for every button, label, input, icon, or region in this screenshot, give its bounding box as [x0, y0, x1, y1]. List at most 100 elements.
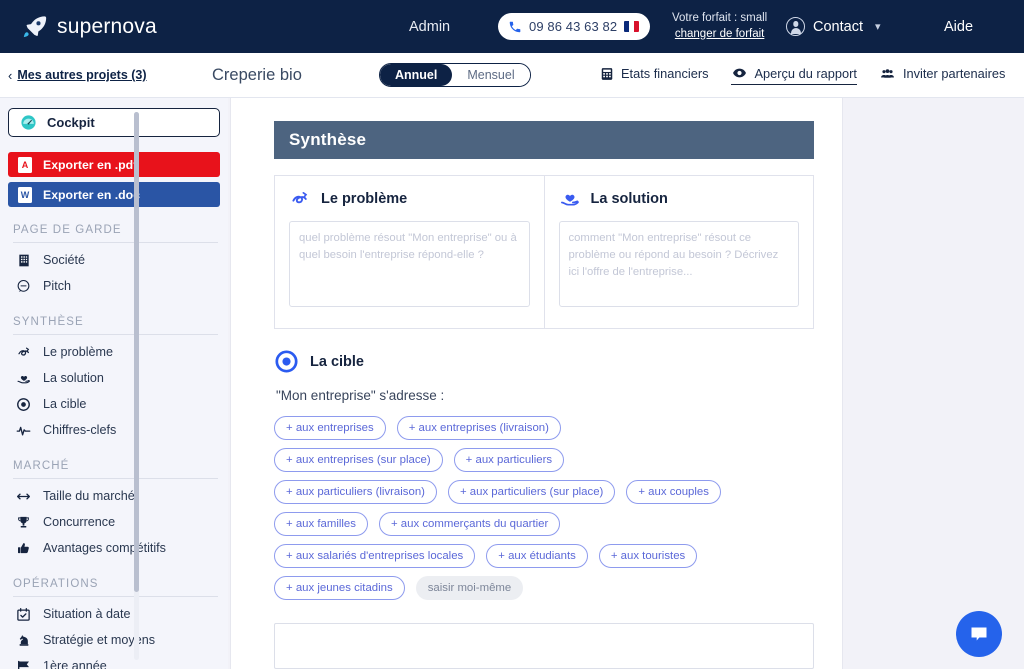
sidebar-item-pitch-label: Pitch	[43, 279, 71, 293]
sidebar-scrollbar[interactable]	[134, 112, 139, 660]
target-chip[interactable]: + aux particuliers	[453, 448, 565, 472]
building-icon	[15, 253, 32, 268]
target-chip[interactable]: + aux salariés d'entreprises locales	[274, 544, 476, 568]
chevron-down-icon: ▾	[874, 21, 881, 33]
nav-etats-financiers[interactable]: Etats financiers	[600, 66, 709, 84]
section-header-synthese: Synthèse	[274, 121, 814, 159]
solution-card: La solution	[545, 176, 814, 328]
target-chip[interactable]: + aux entreprises (sur place)	[274, 448, 443, 472]
sidebar-item-pitch[interactable]: Pitch	[8, 273, 220, 299]
sidebar-item-strategie-et-moyens[interactable]: Stratégie et moyens	[8, 627, 220, 653]
trophy-icon	[15, 515, 32, 530]
word-file-icon: W	[18, 186, 32, 203]
sidebar-item-avantages-competitifs[interactable]: Avantages compétitifs	[8, 535, 220, 561]
chat-bubble-icon	[971, 627, 987, 641]
sidebar-section-title-synthese: SYNTHÈSE	[13, 316, 84, 328]
plan-label: Votre forfait : small	[672, 11, 768, 24]
target-chip[interactable]: + aux couples	[626, 480, 721, 504]
target-card-title: La cible	[310, 353, 364, 370]
target-subtitle: "Mon entreprise" s'adresse :	[276, 388, 445, 403]
hand-heart-icon	[15, 371, 32, 386]
sidebar-item-concurrence-label: Concurrence	[43, 515, 116, 529]
arrows-horizontal-icon	[15, 489, 32, 504]
sidebar-item-la-cible[interactable]: La cible	[8, 391, 220, 417]
target-chip[interactable]: + aux jeunes citadins	[274, 576, 405, 600]
export-pdf-label: Exporter en .pdf	[43, 157, 138, 172]
sidebar-scrollbar-thumb[interactable]	[134, 112, 139, 592]
sidebar-divider	[13, 478, 218, 479]
sidebar-item-societe-label: Société	[43, 253, 86, 267]
target-icon	[275, 350, 298, 373]
sidebar-item-cockpit[interactable]: Cockpit	[8, 108, 220, 137]
brand-name: supernova	[57, 14, 157, 38]
chess-knight-icon	[15, 633, 32, 648]
page-title: Creperie bio	[212, 65, 302, 84]
problem-textarea[interactable]	[289, 221, 530, 307]
eye-icon	[732, 68, 746, 78]
target-free-text-input[interactable]	[274, 623, 814, 669]
export-pdf-button[interactable]: A Exporter en .pdf	[8, 152, 220, 177]
rocket-icon	[23, 15, 47, 37]
nav-etats-financiers-label: Etats financiers	[621, 66, 709, 81]
toggle-option-monthly[interactable]: Mensuel	[452, 64, 530, 86]
sidebar-section-title-marche: MARCHÉ	[13, 460, 70, 472]
export-doc-button[interactable]: W Exporter en .doc	[8, 182, 220, 207]
brand-logo[interactable]: supernova	[22, 14, 157, 40]
sidebar-item-situation-a-date[interactable]: Situation à date	[8, 601, 220, 627]
target-chip-list: + aux entreprises + aux entreprises (liv…	[274, 416, 726, 600]
contact-menu[interactable]: Contact ▾	[786, 17, 881, 36]
flag-icon	[15, 659, 32, 669]
target-chip-custom-input[interactable]: saisir moi-même	[415, 576, 524, 600]
pdf-file-icon: A	[18, 156, 32, 173]
sidebar-item-avantages-competitifs-label: Avantages compétitifs	[43, 541, 166, 555]
calendar-check-icon	[15, 607, 32, 622]
hand-heart-icon	[560, 194, 579, 206]
sidebar-section-title-page-de-garde: PAGE DE GARDE	[13, 224, 122, 236]
toggle-option-annual[interactable]: Annuel	[380, 64, 453, 86]
nav-inviter-partenaires[interactable]: Inviter partenaires	[879, 66, 1005, 84]
sidebar-item-1ere-annee[interactable]: 1ère année	[8, 653, 220, 669]
back-to-projects-link[interactable]: ‹ Mes autres projets (3)	[8, 68, 147, 83]
back-to-projects-label: Mes autres projets (3)	[17, 68, 147, 82]
chat-support-button[interactable]	[956, 611, 1002, 657]
sidebar-item-1ere-annee-label: 1ère année	[43, 659, 107, 669]
target-chip[interactable]: + aux touristes	[598, 544, 698, 568]
target-chip[interactable]: + aux particuliers (livraison)	[274, 480, 437, 504]
report-nav: Etats financiers Aperçu du rapport Invit…	[600, 66, 1005, 85]
report-paper: Synthèse Le problème quel problème résou…	[230, 98, 843, 669]
target-chip[interactable]: + aux entreprises	[274, 416, 386, 440]
users-group-icon	[881, 68, 894, 78]
sidebar-item-cockpit-label: Cockpit	[47, 115, 95, 130]
french-flag-icon	[624, 21, 640, 32]
app-body: Cockpit A Exporter en .pdf W Exporter en…	[0, 98, 1024, 669]
change-plan-link[interactable]: changer de forfait	[672, 27, 767, 43]
sidebar-item-taille-du-marche[interactable]: Taille du marché	[8, 483, 220, 509]
problem-card-header: Le problème	[289, 189, 530, 209]
target-card-header: La cible	[274, 349, 814, 374]
solution-textarea[interactable]	[558, 221, 799, 307]
export-doc-label: Exporter en .doc	[43, 187, 141, 202]
sidebar-item-concurrence[interactable]: Concurrence	[8, 509, 220, 535]
sidebar-item-le-probleme[interactable]: Le problème	[8, 339, 220, 365]
phone-pill[interactable]: 09 86 43 63 82	[498, 13, 651, 40]
target-chip[interactable]: + aux étudiants	[486, 544, 588, 568]
thumbs-up-icon	[15, 541, 32, 556]
sidebar-item-taille-du-marche-label: Taille du marché	[43, 489, 135, 503]
admin-link[interactable]: Admin	[409, 19, 450, 35]
help-link[interactable]: Aide	[944, 19, 973, 35]
sidebar-item-chiffres-clefs-label: Chiffres-clefs	[43, 423, 117, 437]
problem-card-title: Le problème	[321, 191, 408, 207]
target-chip[interactable]: + aux particuliers (sur place)	[447, 480, 616, 504]
user-avatar-icon	[786, 17, 805, 36]
sidebar-item-chiffres-clefs[interactable]: Chiffres-clefs	[8, 417, 220, 443]
sidebar-item-la-solution[interactable]: La solution	[8, 365, 220, 391]
main-content: Synthèse Le problème quel problème résou…	[228, 98, 1024, 669]
nav-apercu-rapport[interactable]: Aperçu du rapport	[730, 66, 857, 85]
sidebar-section-title-operations: OPÉRATIONS	[13, 578, 99, 590]
sidebar-item-societe[interactable]: Société	[8, 247, 220, 273]
plan-info: Votre forfait : small changer de forfait	[672, 11, 767, 42]
target-chip[interactable]: + aux commerçants du quartier	[378, 512, 561, 536]
period-toggle[interactable]: Annuel Mensuel	[379, 63, 531, 87]
target-chip[interactable]: + aux entreprises (livraison)	[396, 416, 561, 440]
target-chip[interactable]: + aux familles	[274, 512, 368, 536]
